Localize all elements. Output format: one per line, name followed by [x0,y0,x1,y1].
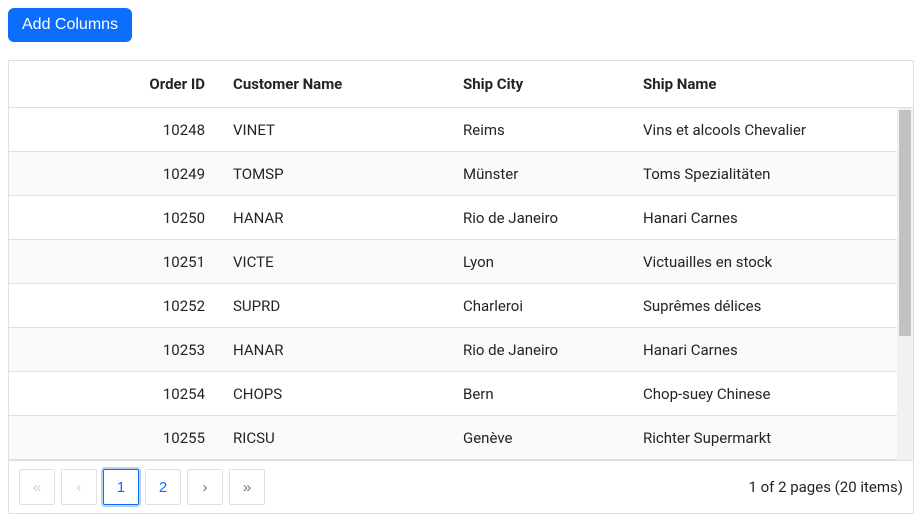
header-customer-name[interactable]: Customer Name [219,61,449,107]
table-row[interactable]: 10255RICSUGenèveRichter Supermarkt [9,416,897,460]
table-row[interactable]: 10253HANARRio de JaneiroHanari Carnes [9,328,897,372]
header-ship-name[interactable]: Ship Name [629,61,913,107]
pager-info: 1 of 2 pages (20 items) [748,478,903,496]
scrollbar[interactable] [897,108,913,460]
pager-buttons: « ‹ 12 › » [19,469,265,505]
cell-ship-city: Münster [449,153,629,195]
cell-order-id: 10249 [69,153,219,195]
cell-ship-city: Lyon [449,241,629,283]
row-checkbox-cell [9,382,69,406]
cell-ship-name: Toms Spezialitäten [629,153,897,195]
cell-ship-name: Suprêmes délices [629,285,897,327]
cell-ship-city: Genève [449,417,629,459]
first-page-icon: « [33,479,41,496]
table-row[interactable]: 10249TOMSPMünsterToms Spezialitäten [9,152,897,196]
pager-prev-button[interactable]: ‹ [61,469,97,505]
cell-customer-name: SUPRD [219,285,449,327]
cell-order-id: 10248 [69,109,219,151]
data-grid: Order ID Customer Name Ship City Ship Na… [8,60,914,514]
row-checkbox-cell [9,162,69,186]
row-checkbox-cell [9,206,69,230]
cell-order-id: 10252 [69,285,219,327]
grid-body: 10248VINETReimsVins et alcools Chevalier… [9,108,913,460]
cell-ship-city: Rio de Janeiro [449,197,629,239]
table-row[interactable]: 10251VICTELyonVictuailles en stock [9,240,897,284]
header-ship-city[interactable]: Ship City [449,61,629,107]
cell-order-id: 10250 [69,197,219,239]
cell-ship-city: Charleroi [449,285,629,327]
cell-customer-name: HANAR [219,197,449,239]
pager-page-1-button[interactable]: 1 [103,469,139,505]
pager-first-button[interactable]: « [19,469,55,505]
row-checkbox-cell [9,294,69,318]
next-page-icon: › [203,479,208,496]
cell-ship-name: Hanari Carnes [629,197,897,239]
cell-order-id: 10253 [69,329,219,371]
cell-customer-name: VICTE [219,241,449,283]
cell-order-id: 10255 [69,417,219,459]
cell-ship-name: Hanari Carnes [629,329,897,371]
header-checkbox-col [9,61,69,107]
cell-ship-city: Reims [449,109,629,151]
cell-ship-city: Rio de Janeiro [449,329,629,371]
table-row[interactable]: 10254CHOPSBernChop-suey Chinese [9,372,897,416]
table-row[interactable]: 10250HANARRio de JaneiroHanari Carnes [9,196,897,240]
prev-page-icon: ‹ [77,479,82,496]
cell-order-id: 10254 [69,373,219,415]
cell-customer-name: HANAR [219,329,449,371]
cell-ship-city: Bern [449,373,629,415]
cell-order-id: 10251 [69,241,219,283]
last-page-icon: » [243,479,251,496]
grid-header-row: Order ID Customer Name Ship City Ship Na… [9,61,913,108]
cell-ship-name: Richter Supermarkt [629,417,897,459]
table-row[interactable]: 10248VINETReimsVins et alcools Chevalier [9,108,897,152]
row-checkbox-cell [9,118,69,142]
cell-ship-name: Chop-suey Chinese [629,373,897,415]
table-row[interactable]: 10252SUPRDCharleroiSuprêmes délices [9,284,897,328]
pager: « ‹ 12 › » 1 of 2 pages (20 items) [9,460,913,513]
scrollbar-thumb[interactable] [899,110,911,336]
cell-ship-name: Vins et alcools Chevalier [629,109,897,151]
header-order-id[interactable]: Order ID [69,61,219,107]
cell-customer-name: VINET [219,109,449,151]
pager-last-button[interactable]: » [229,469,265,505]
cell-customer-name: CHOPS [219,373,449,415]
cell-ship-name: Victuailles en stock [629,241,897,283]
cell-customer-name: TOMSP [219,153,449,195]
row-checkbox-cell [9,338,69,362]
row-checkbox-cell [9,426,69,450]
add-columns-button[interactable]: Add Columns [8,8,132,42]
pager-next-button[interactable]: › [187,469,223,505]
cell-customer-name: RICSU [219,417,449,459]
row-checkbox-cell [9,250,69,274]
pager-page-2-button[interactable]: 2 [145,469,181,505]
